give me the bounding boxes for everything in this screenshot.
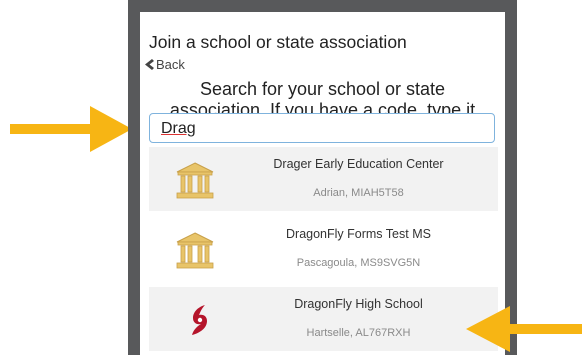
app-screen: Join a school or state association Back …	[140, 12, 505, 355]
search-prompt-line-1: Search for your school or state	[199, 79, 446, 99]
hurricane-logo-icon	[192, 305, 207, 335]
chevron-left-icon	[145, 59, 154, 70]
left-pointer-arrow	[10, 106, 132, 152]
result-name: Drager Early Education Center	[273, 157, 444, 171]
search-input[interactable]	[149, 113, 495, 143]
back-button[interactable]: Back	[145, 57, 185, 72]
result-item[interactable]: Drager Early Education Center Adrian, MI…	[149, 147, 498, 211]
back-label: Back	[156, 57, 185, 72]
school-building-icon	[176, 162, 214, 199]
result-item[interactable]: DragonFly Forms Test MS Pascagoula, MS9S…	[149, 217, 498, 281]
result-item[interactable]: DragonFly High School Hartselle, AL767RX…	[149, 287, 498, 351]
page-title: Join a school or state association	[149, 32, 407, 52]
school-building-icon	[176, 232, 214, 269]
search-prompt-line-2: association. If you have a code, type it	[169, 100, 476, 114]
result-name: DragonFly Forms Test MS	[286, 227, 431, 241]
search-prompt: Search for your school or state associat…	[140, 79, 505, 114]
result-location: Adrian, MIAH5T58	[313, 187, 404, 199]
result-location: Hartselle, AL767RXH	[306, 327, 411, 339]
result-location: Pascagoula, MS9SVG5N	[296, 257, 421, 269]
right-pointer-arrow	[466, 306, 582, 352]
result-name: DragonFly High School	[294, 297, 423, 311]
results-list: Drager Early Education Center Adrian, MI…	[149, 147, 498, 355]
